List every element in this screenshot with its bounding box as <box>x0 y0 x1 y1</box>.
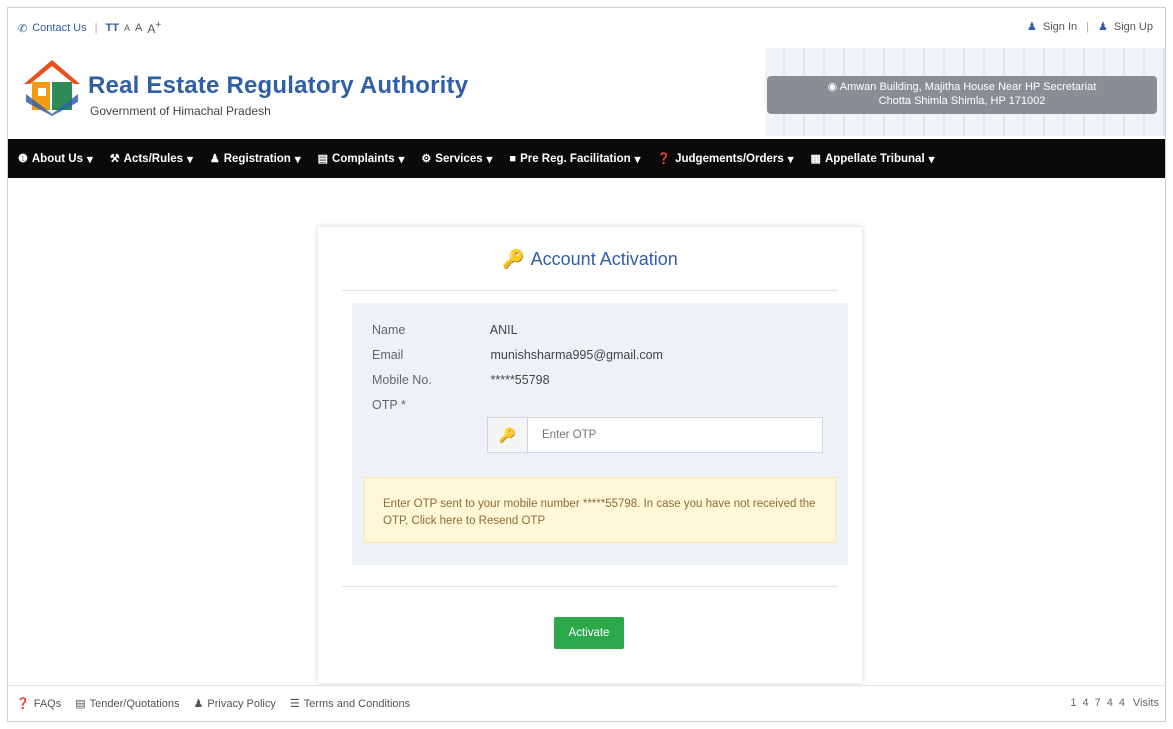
nav-judgements-orders[interactable]: ❓ Judgements/Orders ▾ <box>657 152 793 166</box>
gavel-icon: ⚒ <box>109 153 120 165</box>
card-title: 🔑 Account Activation <box>318 249 862 270</box>
email-row: Email munishsharma995@gmail.com <box>372 348 663 362</box>
key-icon: 🔑 <box>502 249 525 269</box>
address-line1: Amwan Building, Majitha House Near HP Se… <box>839 81 1097 93</box>
font-normal-button[interactable]: A <box>135 22 142 34</box>
site-header: Real Estate Regulatory Authority Governm… <box>8 44 1165 139</box>
newspaper-icon: ▤ <box>75 698 86 710</box>
nav-about-us[interactable]: ❶ About Us ▾ <box>18 152 93 166</box>
nav-pre-reg-facilitation[interactable]: ■ Pre Reg. Facilitation ▾ <box>509 152 640 166</box>
rera-logo[interactable] <box>22 58 82 116</box>
name-row: Name ANIL <box>372 323 518 337</box>
browser-frame: ✆ Contact Us | TT A A A+ ♟ Sign In | ♟ S… <box>7 7 1166 722</box>
footer-link-label: FAQs <box>33 697 62 710</box>
otp-field: 🔑 <box>487 417 823 453</box>
caret-down-icon: ▾ <box>787 153 794 166</box>
otp-label: OTP * <box>372 398 406 412</box>
nav-registration[interactable]: ♟ Registration ▾ <box>210 152 301 166</box>
main-nav: ❶ About Us ▾ ⚒ Acts/Rules ▾ ♟ Registration ▾ ▤… <box>8 139 1165 178</box>
divider <box>342 290 838 291</box>
nav-acts-rules[interactable]: ⚒ Acts/Rules ▾ <box>110 152 193 166</box>
footer-link-label: Tender/Quotations <box>89 697 180 710</box>
nav-label: Pre Reg. Facilitation <box>520 152 631 165</box>
caret-down-icon: ▾ <box>187 153 193 166</box>
counter-digit: 7 <box>1094 697 1101 709</box>
footer-link-tender[interactable]: ▤ Tender/Quotations <box>75 697 180 711</box>
question-icon: ❓ <box>657 153 672 165</box>
nav-label: Appellate Tribunal <box>824 152 925 165</box>
cogs-icon: ⚙ <box>421 153 432 165</box>
font-size-label: TT <box>105 22 119 34</box>
footer-link-privacy[interactable]: ♟ Privacy Policy <box>193 697 276 711</box>
sign-in-link[interactable]: Sign In <box>1043 21 1077 33</box>
footer-link-terms[interactable]: ☰ Terms and Conditions <box>289 697 411 711</box>
counter-digit: 4 <box>1118 697 1125 709</box>
user-icon: ♟ <box>1027 21 1037 33</box>
nav-label: Judgements/Orders <box>675 152 784 165</box>
otp-info-alert[interactable]: Enter OTP sent to your mobile number ***… <box>364 477 836 543</box>
footer-link-faqs[interactable]: ❓ FAQs <box>16 697 62 711</box>
nav-label: About Us <box>31 152 83 165</box>
address-line2: Chotta Shimla Shimla, HP 171002 <box>878 95 1046 107</box>
divider <box>342 586 838 587</box>
user-icon: ♟ <box>209 153 220 165</box>
divider: | <box>94 22 98 34</box>
visit-counter: 1 4 7 4 4 <box>1070 697 1125 709</box>
details-panel: Name ANIL Email munishsharma995@gmail.co… <box>352 303 848 565</box>
utility-bar: ✆ Contact Us | TT A A A+ ♟ Sign In | ♟ S… <box>8 8 1165 44</box>
nav-label: Services <box>435 152 483 165</box>
caret-down-icon: ▾ <box>86 153 93 166</box>
caret-down-icon: ▾ <box>294 153 301 166</box>
caret-down-icon: ▾ <box>398 153 405 166</box>
email-value: munishsharma995@gmail.com <box>490 348 663 362</box>
map-marker-icon: ◉ <box>827 81 838 93</box>
key-icon: 🔑 <box>488 418 528 452</box>
email-label: Email <box>372 348 404 362</box>
caret-down-icon: ▾ <box>928 153 935 166</box>
nav-label: Complaints <box>332 152 395 165</box>
question-icon: ❓ <box>16 698 30 710</box>
nav-label: Acts/Rules <box>123 152 184 165</box>
otp-row: OTP * <box>372 398 487 412</box>
counter-digit: 1 <box>1070 697 1077 709</box>
caret-down-icon: ▾ <box>634 153 641 166</box>
nav-complaints[interactable]: ▤ Complaints ▾ <box>318 152 405 166</box>
site-footer: ❓ FAQs ▤ Tender/Quotations ♟ Privacy Policy… <box>8 685 1165 721</box>
account-activation-card: 🔑 Account Activation Name ANIL Email muni… <box>318 227 862 683</box>
divider: | <box>1086 20 1089 33</box>
site-title: Real Estate Regulatory Authority <box>88 72 469 99</box>
mobile-value: *****55798 <box>490 373 550 387</box>
address-badge: ◉ Amwan Building, Majitha House Near HP … <box>767 76 1157 114</box>
phone-icon: ✆ <box>18 22 28 35</box>
activate-button[interactable]: Activate <box>554 617 624 649</box>
counter-digit: 4 <box>1106 697 1113 709</box>
font-decrease-button[interactable]: A <box>124 23 130 33</box>
nav-services[interactable]: ⚙ Services ▾ <box>421 152 492 166</box>
footer-link-label: Privacy Policy <box>207 697 276 710</box>
list-icon: ☰ <box>289 698 300 710</box>
nav-label: Registration <box>223 152 291 165</box>
nav-appellate-tribunal[interactable]: ▦ Appellate Tribunal ▾ <box>811 152 935 166</box>
counter-digit: 4 <box>1082 697 1089 709</box>
clipboard-icon: ▤ <box>317 153 329 165</box>
book-icon: ▦ <box>810 153 821 165</box>
user-plus-icon: ♟ <box>1097 21 1108 33</box>
mobile-row: Mobile No. *****55798 <box>372 373 550 387</box>
font-increase-button[interactable]: A+ <box>147 20 161 36</box>
footer-link-label: Terms and Conditions <box>303 697 411 710</box>
name-value: ANIL <box>489 323 518 337</box>
sign-up-link[interactable]: Sign Up <box>1114 21 1153 33</box>
mobile-label: Mobile No. <box>372 373 432 387</box>
info-icon: ❶ <box>18 153 28 165</box>
name-label: Name <box>372 323 406 337</box>
visits-label: Visits <box>1132 697 1159 709</box>
user-icon: ♟ <box>193 698 204 710</box>
contact-us-link[interactable]: Contact Us <box>32 22 86 34</box>
site-subtitle: Government of Himachal Pradesh <box>90 104 271 118</box>
caret-down-icon: ▾ <box>486 153 493 166</box>
folder-icon: ■ <box>509 152 517 165</box>
card-title-text: Account Activation <box>530 249 678 269</box>
otp-input[interactable] <box>528 418 822 452</box>
